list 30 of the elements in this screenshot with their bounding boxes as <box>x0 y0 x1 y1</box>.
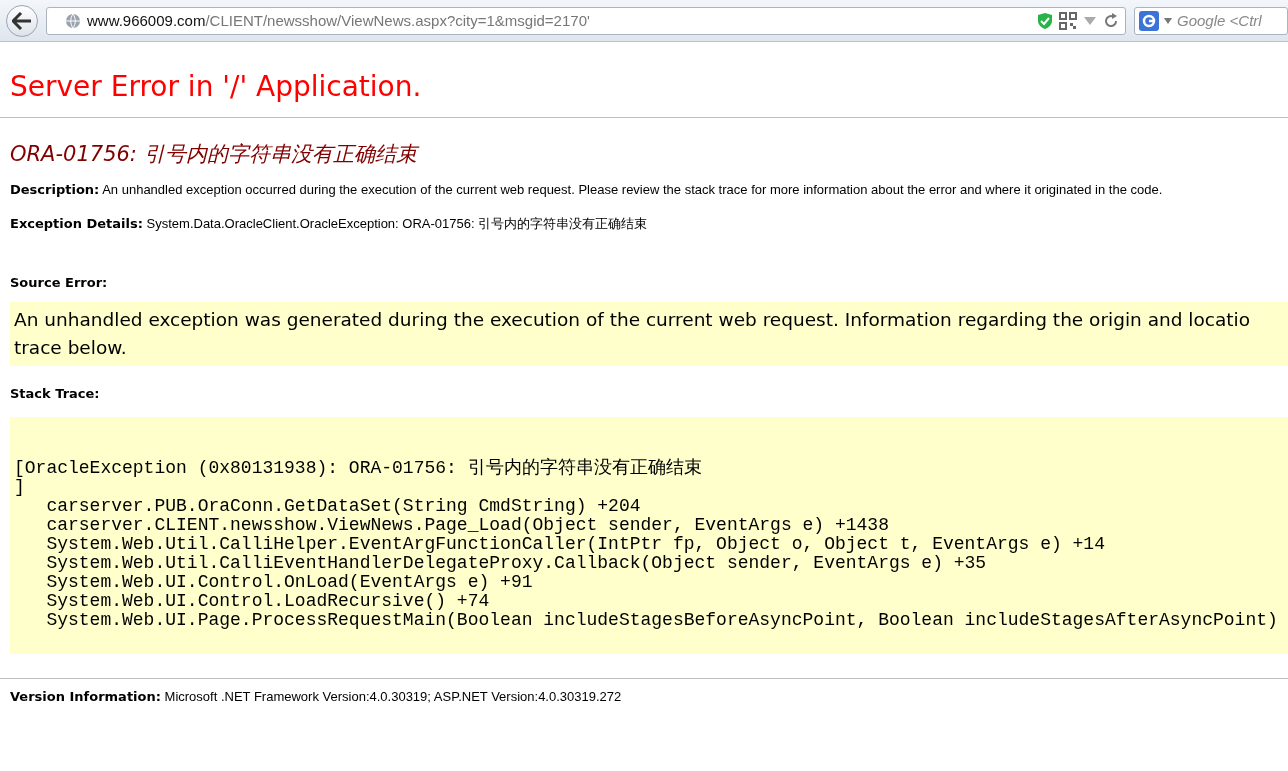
description-text: Description: An unhandled exception occurred during the execution of the current web request. Please review the stack trace for more information about the error and where it originated in the code. <box>10 182 1164 197</box>
source-error-label: Source Error: <box>10 275 108 290</box>
stack-trace-line: carserver.PUB.OraConn.GetDataSet(String CmdString) +204 <box>45 497 641 516</box>
globe-icon <box>65 12 81 29</box>
dropdown-caret-icon[interactable] <box>1083 15 1097 26</box>
version-info-text: Version Information: Microsoft .NET Framework Version:4.0.30319; ASP.NET Version:4.0.30319.272 <box>10 689 623 704</box>
google-icon <box>1139 10 1159 31</box>
stack-trace-line: System.Web.UI.Page.ProcessRequestMain(Boolean includeStagesBeforeAsyncPoint, Boolean includeStagesAfterAsyncPoint) <box>45 611 1278 630</box>
back-button[interactable] <box>6 4 38 37</box>
stack-trace-line: carserver.CLIENT.newsshow.ViewNews.Page_Load(Object sender, EventArgs e) +1438 <box>45 516 889 535</box>
source-error-text: trace below. <box>14 336 127 360</box>
stack-trace-line: System.Web.UI.Control.LoadRecursive() +74 <box>45 592 490 611</box>
reload-icon[interactable] <box>1103 12 1119 29</box>
stack-trace-line: System.Web.Util.CalliEventHandlerDelegateProxy.Callback(Object sender, EventArgs e) +35 <box>45 554 987 573</box>
page-title: Server Error in '/' Application. <box>10 70 423 103</box>
exception-details-text: Exception Details: System.Data.OracleClient.OracleException: ORA-01756: 引号内的字符串没有正确结束 <box>10 215 649 233</box>
stack-trace-line: ] <box>14 478 25 497</box>
qr-code-icon[interactable] <box>1059 11 1077 30</box>
stack-trace-line: System.Web.Util.CalliHelper.EventArgFunctionCaller(IntPtr fp, Object o, Object t, EventArgs e) +14 <box>45 535 1105 554</box>
shield-icon[interactable] <box>1037 11 1053 30</box>
stack-trace-label: Stack Trace: <box>10 386 100 401</box>
dropdown-caret-icon[interactable] <box>1163 16 1173 25</box>
url-text: www.966009.com/CLIENT/newsshow/ViewNews.aspx?city=1&msgid=2170' <box>87 12 591 29</box>
address-bar[interactable]: www.966009.com/CLIENT/newsshow/ViewNews.aspx?city=1&msgid=2170' <box>46 6 1126 35</box>
search-bar[interactable]: Google <Ctrl <box>1134 6 1288 35</box>
stack-trace-line: System.Web.UI.Control.OnLoad(EventArgs e) +91 <box>45 573 533 592</box>
back-arrow-icon <box>12 11 32 30</box>
error-heading: ORA-01756: 引号内的字符串没有正确结束 <box>10 140 1278 168</box>
source-error-text: An unhandled exception was generated during the execution of the current web request. Information regarding the origin and locatio <box>14 308 1251 332</box>
stack-trace-line: [OracleException (0x80131938): ORA-01756: 引号内的字符串没有正确结束 <box>14 459 702 478</box>
